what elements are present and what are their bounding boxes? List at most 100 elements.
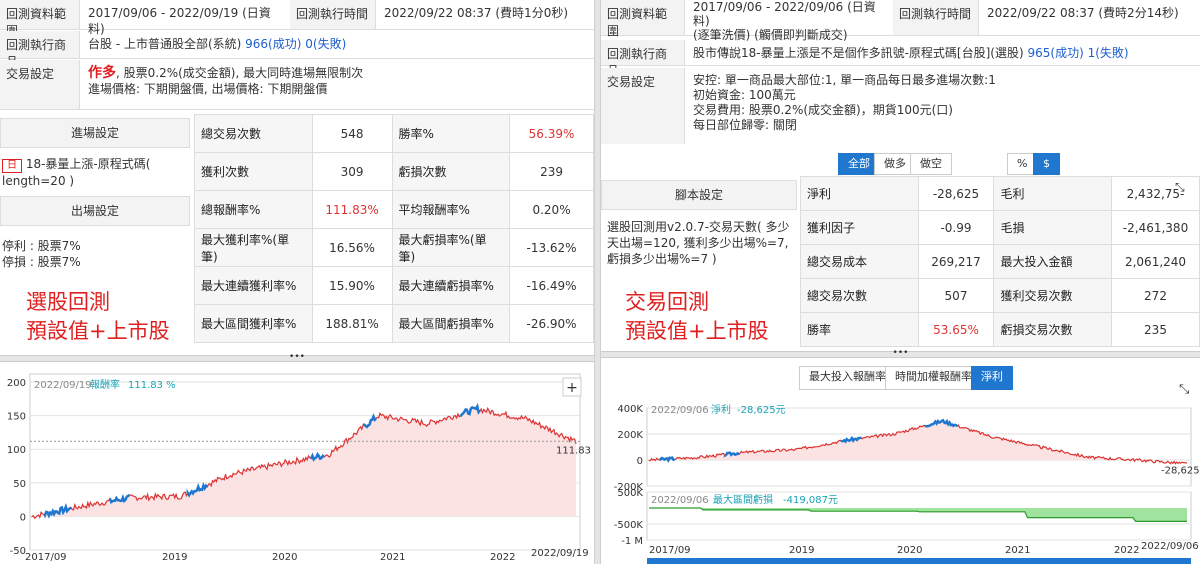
stats-row: 獲利因子 -0.99 毛損 -2,461,380: [800, 210, 1200, 245]
metric-label: 報酬率: [90, 378, 120, 391]
exec-time-label: 回測執行時間: [893, 0, 979, 35]
trade-value: 作多, 股票0.2%(成交金額), 最大同時進場無限制次 進場價格: 下期開盤價…: [80, 60, 371, 109]
product-fail-link[interactable]: 1(失敗): [1088, 46, 1129, 60]
stat-label: 勝率: [800, 312, 919, 347]
product-success-link[interactable]: 965(成功): [1028, 46, 1084, 60]
drawdown-value: -419,087元: [783, 495, 838, 506]
exit-line2: 停損 : 股票7%: [2, 255, 81, 269]
exec-time-value: 2022/09/22 08:37 (費時1分0秒): [384, 6, 569, 20]
stat-value: 0.20%: [509, 190, 594, 229]
annotation-line1: 交易回測: [625, 290, 709, 314]
stat-label: 最大區間獲利率%: [194, 304, 313, 343]
entry-text1: 18-暴量上漲-原程式碼(: [25, 157, 151, 171]
right-backtest-panel: 回測資料範圍 2017/09/06 - 2022/09/06 (日資料) (逐筆…: [601, 0, 1200, 564]
range-row: 回測資料範圍 2017/09/06 - 2022/09/06 (日資料) (逐筆…: [601, 0, 1200, 42]
tab-net-profit[interactable]: 淨利: [971, 366, 1013, 390]
script-text-1: 天出場=120, 獲利多少出場%=7,: [607, 236, 789, 250]
trade-line-0: 安控: 單一商品最大部位:1, 單一商品每日最多進場次數:1: [693, 73, 996, 87]
right-profit-chart: 400K 200K 0 -200K -28,625 2022/09/06 淨利 -28,625…: [601, 400, 1200, 564]
stat-label: 最大虧損率%(單筆): [391, 228, 511, 267]
metric-value: -28,625元: [737, 405, 786, 416]
annotation-text: 選股回測 預設值+上市股: [26, 288, 170, 346]
stat-value: 269,217: [917, 244, 995, 279]
tab-time-weighted-return[interactable]: 時間加權報酬率: [885, 366, 982, 390]
product-fail-link[interactable]: 0(失敗): [305, 37, 346, 51]
stat-value: -0.99: [917, 210, 995, 245]
stat-label: 總交易次數: [194, 114, 313, 153]
x-tick-label: 2019: [789, 545, 814, 556]
y-tick-label: 0: [20, 512, 26, 523]
stat-label: 毛損: [993, 210, 1113, 245]
trade-label: 交易設定: [601, 68, 685, 144]
horizontal-splitter[interactable]: •••: [0, 353, 594, 362]
stat-label: 最大連續虧損率%: [391, 266, 511, 305]
stats-row: 總交易成本 269,217 最大投入金額 2,061,240: [800, 244, 1200, 279]
stat-value: -2,461,380: [1111, 210, 1200, 245]
x-tick-label: 2019: [162, 552, 187, 563]
annotation-line2: 預設值+上市股: [625, 319, 769, 343]
left-return-chart: 200 150 100 50 0 -50 111.83 2017/09 2019 2020 2021…: [0, 364, 594, 564]
metric-value: 111.83 %: [128, 380, 176, 391]
filter-short-button[interactable]: 做空: [910, 153, 952, 175]
stat-value: 239: [509, 152, 594, 191]
script-setting: 選股回測用v2.0.7-交易天數( 多少 天出場=120, 獲利多少出場%=7,…: [607, 219, 797, 267]
x-tick-label: 2020: [897, 545, 922, 556]
stat-label: 虧損次數: [391, 152, 511, 191]
stats-row: 最大連續獲利率% 15.90% 最大連續虧損率% -16.49%: [194, 266, 594, 305]
metric-label: 淨利: [711, 404, 731, 416]
stat-value: 188.81%: [311, 304, 393, 343]
y-tick-label: 200: [7, 378, 26, 389]
y-tick-label: 500K: [617, 488, 643, 499]
trade-mode: 作多: [88, 65, 116, 81]
stat-value: -16.49%: [509, 266, 594, 305]
range-scrollbar: [647, 558, 1191, 564]
stat-label: 獲利交易次數: [993, 278, 1113, 313]
stat-value: 56.39%: [509, 114, 594, 153]
stat-label: 勝率%: [391, 114, 511, 153]
y-tick-label: -1 M: [621, 536, 643, 547]
cursor-date: 2022/09/19: [34, 380, 92, 391]
x-tick-label: 2017/09: [649, 545, 691, 556]
product-row: 回測執行商品 股市傳說18-暴量上漲是不是個作多訊號-原程式碼[台股](選股) …: [601, 40, 1200, 78]
trade-line-3: 每日部位歸零: 關閉: [693, 118, 797, 132]
entry-setting: 日 18-暴量上漲-原程式碼( length=20 ): [0, 156, 190, 189]
drawdown-date: 2022/09/06: [651, 495, 709, 506]
stats-row: 獲利次數 309 虧損次數 239: [194, 152, 594, 191]
exec-time-label: 回測執行時間: [290, 0, 376, 29]
stat-label: 最大區間虧損率%: [391, 304, 511, 343]
stat-value: 2,432,75-: [1111, 176, 1200, 211]
annotation-line1: 選股回測: [26, 290, 110, 314]
stat-value: -28,625: [917, 176, 995, 211]
entry-header: 進場設定: [0, 118, 190, 148]
vertical-splitter[interactable]: [594, 0, 601, 564]
stat-value: 507: [917, 278, 995, 313]
stats-row: 總報酬率% 111.83% 平均報酬率% 0.20%: [194, 190, 594, 229]
chart-expand-icon[interactable]: ⤡: [1179, 382, 1189, 397]
stat-value: 548: [311, 114, 393, 153]
stats-row: 勝率 53.65% 虧損交易次數 235: [800, 312, 1200, 347]
horizontal-splitter[interactable]: •••: [601, 349, 1200, 358]
stat-label: 毛利: [993, 176, 1113, 211]
range-label: 回測資料範圍: [601, 0, 685, 38]
product-value: 台股 - 上市普通股全部(系統) 966(成功) 0(失敗): [80, 31, 354, 58]
trade-row: 交易設定 安控: 單一商品最大部位:1, 單一商品每日最多進場次數:1 初始資金…: [601, 68, 1200, 144]
stat-value: 111.83%: [311, 190, 393, 229]
stat-label: 總報酬率%: [194, 190, 313, 229]
expand-icon[interactable]: ⤡: [1175, 180, 1185, 195]
script-text-0: 選股回測用v2.0.7-交易天數( 多少: [607, 220, 790, 234]
stats-row: 總交易次數 548 勝率% 56.39%: [194, 114, 594, 153]
product-success-link[interactable]: 966(成功): [245, 37, 301, 51]
tab-max-invest-return[interactable]: 最大投入報酬率: [799, 366, 896, 390]
last-value-label: -28,625: [1161, 466, 1200, 477]
stat-label: 最大投入金額: [993, 244, 1113, 279]
stat-value: 272: [1111, 278, 1200, 313]
stat-label: 虧損交易次數: [993, 312, 1113, 347]
cursor-date: 2022/09/06: [651, 405, 709, 416]
stat-value: 16.56%: [311, 228, 393, 267]
product-value: 股市傳說18-暴量上漲是不是個作多訊號-原程式碼[台股](選股) 965(成功)…: [685, 40, 1137, 65]
stat-label: 總交易成本: [800, 244, 919, 279]
stat-label: 最大連續獲利率%: [194, 266, 313, 305]
unit-dollar-button[interactable]: $: [1033, 153, 1060, 175]
exec-time-value: 2022/09/22 08:37 (費時2分14秒): [987, 6, 1179, 20]
profit-chart-svg: 400K200K0-200K-28,6252022/09/06 淨利 -28,625…: [614, 404, 1200, 564]
